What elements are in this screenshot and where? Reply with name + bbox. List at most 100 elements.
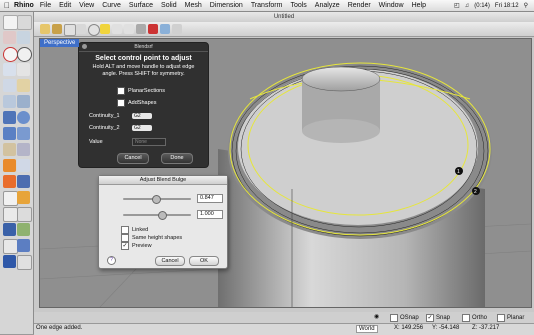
osnap-checkbox[interactable] <box>390 314 398 322</box>
viewport-tab[interactable]: Perspective <box>40 39 80 47</box>
menu-analyze[interactable]: Analyze <box>315 2 340 9</box>
linked-checkbox[interactable] <box>121 226 129 234</box>
curve-tool-icon[interactable] <box>17 31 30 44</box>
boolean-diff-icon[interactable] <box>17 159 30 172</box>
sphere-solid-icon[interactable] <box>17 111 30 124</box>
trim-tool-icon[interactable] <box>17 191 30 204</box>
offset-tool-icon[interactable] <box>17 95 30 108</box>
snap-checkbox[interactable]: ✓ <box>426 314 434 322</box>
menu-render[interactable]: Render <box>348 2 371 9</box>
layer-icon[interactable] <box>136 24 146 34</box>
battery-label[interactable]: (0:14) <box>474 3 490 9</box>
rotate-view-icon[interactable] <box>76 24 86 34</box>
menu-app[interactable]: Rhino <box>14 2 34 9</box>
ortho-toggle[interactable]: Ortho <box>462 314 487 322</box>
osnap-toggle[interactable]: OSnap <box>390 314 419 322</box>
zoom-extents-icon[interactable] <box>100 24 110 34</box>
wifi-icon[interactable]: ◰ <box>454 2 460 9</box>
array-tool-icon[interactable] <box>17 239 30 252</box>
volume-icon[interactable]: ♫ <box>465 3 470 9</box>
circle-tool-icon[interactable] <box>3 47 18 62</box>
render-icon[interactable] <box>160 24 170 34</box>
bulge-value-1-input[interactable]: 0.847 <box>197 194 223 203</box>
rotate-tool-icon[interactable] <box>17 207 32 222</box>
split-tool-icon[interactable] <box>3 175 16 188</box>
loft-tool-icon[interactable] <box>17 127 30 140</box>
bulge-slider-2[interactable] <box>123 211 191 220</box>
sweep-tool-icon[interactable] <box>17 143 30 156</box>
pan-tool-icon[interactable] <box>64 24 76 36</box>
menu-view[interactable]: View <box>79 2 94 9</box>
menu-edit[interactable]: Edit <box>59 2 71 9</box>
menu-transform[interactable]: Transform <box>251 2 283 9</box>
dimension-tool-icon[interactable] <box>3 255 16 268</box>
arc-tool-icon[interactable] <box>17 47 32 62</box>
snap-settings-icon[interactable]: ◉ <box>374 313 379 320</box>
menu-file[interactable]: File <box>40 2 51 9</box>
scale-tool-icon[interactable] <box>3 239 18 254</box>
zoom-icon[interactable] <box>88 24 100 36</box>
ellipse-tool-icon[interactable] <box>17 63 30 76</box>
explode-tool-icon[interactable] <box>3 191 18 206</box>
move-tool-icon[interactable] <box>3 207 18 222</box>
select-arrow-icon[interactable] <box>3 15 18 30</box>
menu-mesh[interactable]: Mesh <box>185 2 202 9</box>
join-tool-icon[interactable] <box>17 175 30 188</box>
open-file-icon[interactable] <box>52 24 62 34</box>
text-tool-icon[interactable] <box>3 223 16 236</box>
point-tool-icon[interactable] <box>17 15 32 30</box>
preview-option[interactable]: ✓ Preview <box>121 242 152 250</box>
properties-icon[interactable] <box>148 24 158 34</box>
menu-help[interactable]: Help <box>412 2 426 9</box>
planar-sections-option[interactable]: PlanarSections <box>117 87 165 95</box>
planar-checkbox[interactable] <box>497 314 505 322</box>
bulge-value-2-input[interactable]: 1.000 <box>197 210 223 219</box>
same-height-checkbox[interactable] <box>121 234 129 242</box>
polygon-tool-icon[interactable] <box>3 79 16 92</box>
bulge-cancel-button[interactable]: Cancel <box>155 256 185 266</box>
menu-surface[interactable]: Surface <box>129 2 153 9</box>
freeform-tool-icon[interactable] <box>17 79 30 92</box>
surface-tool-icon[interactable] <box>3 143 16 156</box>
linked-option[interactable]: Linked <box>121 226 148 234</box>
analyze-tool-icon[interactable] <box>17 255 32 270</box>
cancel-button[interactable]: Cancel <box>117 153 149 164</box>
snap-toggle[interactable]: ✓ Snap <box>426 314 450 322</box>
planar-toggle[interactable]: Planar <box>497 314 524 322</box>
continuity-1-select[interactable]: G2 <box>132 113 152 119</box>
extrude-tool-icon[interactable] <box>3 127 16 140</box>
menu-window[interactable]: Window <box>379 2 404 9</box>
fillet-tool-icon[interactable] <box>3 95 16 108</box>
cplane-select[interactable]: World <box>356 325 378 333</box>
apple-icon[interactable]:  <box>0 1 14 10</box>
help-button[interactable]: ? <box>107 256 116 265</box>
spotlight-icon[interactable]: ⚲ <box>524 2 528 9</box>
preview-checkbox[interactable]: ✓ <box>121 242 129 250</box>
clock[interactable]: Fri 18:12 <box>495 3 519 9</box>
close-icon[interactable] <box>82 44 87 49</box>
zoom-window-icon[interactable] <box>112 24 122 34</box>
menu-curve[interactable]: Curve <box>102 2 121 9</box>
view-icon[interactable] <box>124 24 134 34</box>
bulge-slider-1-knob[interactable] <box>152 195 161 204</box>
same-height-option[interactable]: Same height shapes <box>121 234 182 242</box>
add-shapes-option[interactable]: AddShapes <box>117 99 156 107</box>
bulge-slider-2-knob[interactable] <box>158 211 167 220</box>
continuity-2-select[interactable]: G2 <box>132 125 152 131</box>
menu-dimension[interactable]: Dimension <box>210 2 243 9</box>
options-icon[interactable] <box>172 24 182 34</box>
planar-sections-checkbox[interactable] <box>117 87 125 95</box>
ortho-checkbox[interactable] <box>462 314 470 322</box>
polyline-tool-icon[interactable] <box>3 31 16 44</box>
bulge-ok-button[interactable]: OK <box>189 256 219 266</box>
value-input[interactable]: None <box>132 138 166 146</box>
rectangle-tool-icon[interactable] <box>3 63 16 76</box>
menu-tools[interactable]: Tools <box>290 2 306 9</box>
add-shapes-checkbox[interactable] <box>117 99 125 107</box>
box-solid-icon[interactable] <box>3 111 16 124</box>
mirror-tool-icon[interactable] <box>17 223 30 236</box>
menu-solid[interactable]: Solid <box>161 2 177 9</box>
done-button[interactable]: Done <box>161 153 193 164</box>
boolean-union-icon[interactable] <box>3 159 16 172</box>
bulge-slider-1[interactable] <box>123 195 191 204</box>
